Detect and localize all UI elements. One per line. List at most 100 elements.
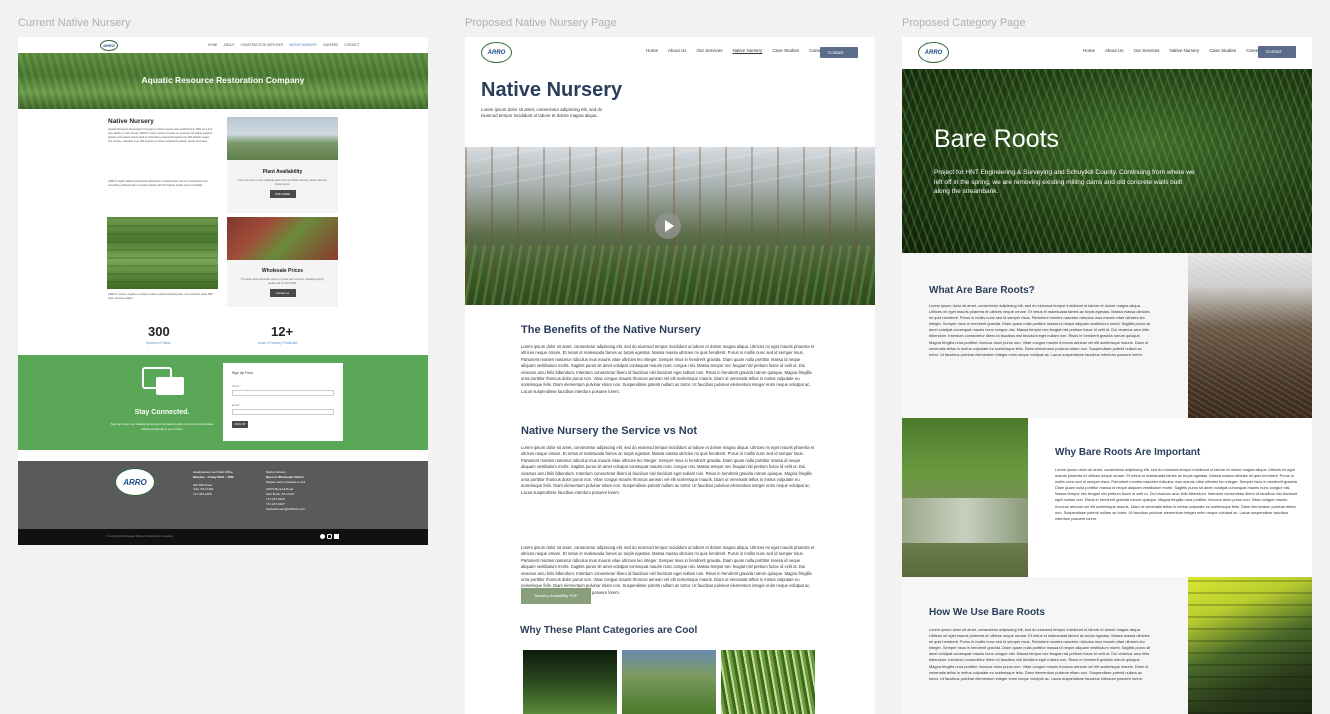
footer-logo[interactable]: ARRO xyxy=(115,468,155,496)
play-icon[interactable] xyxy=(655,213,681,239)
what-section: What Are Bare Roots? Lorem ipsum dolor s… xyxy=(902,253,1188,418)
signup-button[interactable]: SIGN UP xyxy=(232,421,248,428)
nav-native-nursery[interactable]: Native Nursery xyxy=(1170,48,1200,53)
why-text: Lorem ipsum dolor sit amet, consectetur … xyxy=(1055,467,1298,521)
footer-nursery: Native Nursery Open to Wholesale Clients… xyxy=(266,470,306,511)
logo-text: ARRO xyxy=(924,49,943,56)
current-logo[interactable]: ARRO xyxy=(100,40,118,51)
frame-label-current: Current Native Nursery xyxy=(18,17,131,29)
current-intro-text-2: ARRO's highly skilled horticultural staf… xyxy=(108,180,208,187)
wholesale-text: To inquire about wholesale prices or spe… xyxy=(240,278,325,285)
benefits-title: The Benefits of the Native Nursery xyxy=(521,324,701,336)
current-hero-image: Aquatic Resource Restoration Company xyxy=(18,53,428,109)
category-page-artboard: ARRO Home About Us Our Services Native N… xyxy=(902,37,1312,714)
what-title: What Are Bare Roots? xyxy=(929,285,1035,296)
frame-label-proposed: Proposed Native Nursery Page xyxy=(465,17,617,29)
proposed-logo[interactable]: ARRO xyxy=(481,42,512,63)
nav-about[interactable]: About Us xyxy=(668,48,687,53)
instagram-icon[interactable] xyxy=(327,534,332,539)
planting-photo xyxy=(1188,577,1312,714)
logo-text: ARRO xyxy=(487,49,506,56)
nav-services[interactable]: Our Services xyxy=(697,48,723,53)
form-email-label: Email * xyxy=(232,404,241,407)
nursery-video[interactable] xyxy=(465,147,875,305)
category-hero-image: Bare Roots Project for HNT Engineering &… xyxy=(902,69,1312,253)
nav-native-nursery[interactable]: Native Nursery xyxy=(733,48,763,53)
category-photo-1[interactable] xyxy=(523,650,617,714)
category-hero-title: Bare Roots xyxy=(934,125,1060,153)
why-title: Why Bare Roots Are Important xyxy=(1055,447,1201,458)
how-section: How We Use Bare Roots Lorem ipsum dolor … xyxy=(902,577,1188,714)
current-wholesale-card: Wholesale Prices To inquire about wholes… xyxy=(227,217,338,307)
contact-us-button[interactable]: Contact us xyxy=(269,289,296,297)
footer-nursery-line1: Open to Wholesale Clients xyxy=(266,474,304,479)
category-logo[interactable]: ARRO xyxy=(918,42,949,63)
nav-services[interactable]: Our Services xyxy=(1134,48,1160,53)
stat-species-label: Species of Plants xyxy=(146,341,171,345)
frame-label-category: Proposed Category Page xyxy=(902,17,1026,29)
logo-text: ARRO xyxy=(103,43,115,48)
form-title: Sign Up Form xyxy=(232,371,253,375)
nav-native-nursery[interactable]: NATIVE NURSERY xyxy=(289,43,317,47)
current-footer: ARRO Headquarters and Main Office Monday… xyxy=(18,461,428,529)
footer-nursery-line2: Please call to schedule a visit. xyxy=(266,479,307,484)
what-text: Lorem ipsum dolor sit amet, consectetur … xyxy=(929,303,1151,357)
copyright-text: © Copyright 2019 Aquatic Resource Restor… xyxy=(106,535,174,538)
social-icons xyxy=(320,534,339,539)
availability-text: For a list of our current available plan… xyxy=(238,179,327,186)
form-email-input[interactable] xyxy=(232,409,334,415)
contact-us-button[interactable]: Contact Us xyxy=(820,47,858,66)
stat-acres-label: Acres of Nursery Production xyxy=(258,341,298,345)
category-hero-text: Project for HNT Engineering & Surveying … xyxy=(934,169,1195,195)
proposed-nav: Home About Us Our Services Native Nurser… xyxy=(646,48,825,53)
how-text: Lorem ipsum dolor sit amet, consectetur … xyxy=(929,627,1151,681)
stay-connected-title: Stay Connected. xyxy=(134,409,190,416)
form-name-input[interactable] xyxy=(232,390,334,396)
footer-logo-text: ARRO xyxy=(123,477,147,487)
find-here-button[interactable]: FIND HERE xyxy=(269,190,296,198)
category-photo-3[interactable] xyxy=(721,650,815,714)
contact-us-button[interactable]: Contact Us xyxy=(1258,46,1296,65)
availability-pdf-button[interactable]: Nursery Availability PDF xyxy=(521,588,591,604)
chat-icon xyxy=(156,377,184,395)
nav-home[interactable]: HOME xyxy=(208,43,218,47)
service-text: Lorem ipsum dolor sit amet, consectetur … xyxy=(521,445,815,495)
nav-home[interactable]: Home xyxy=(1083,48,1095,53)
footer-hq-phone: 717-425-1066 xyxy=(193,492,212,497)
proposed-page-intro: Lorem ipsum dolor sit amet, consectetur … xyxy=(481,107,603,119)
footer-hq-hours: Monday – Friday 8AM – 4PM xyxy=(193,474,234,479)
stay-connected-section: Stay Connected. Sign up to join our mail… xyxy=(18,355,428,450)
current-nav: HOME ABOUT CONSTRUCTION SERVICES NATIVE … xyxy=(208,43,359,47)
nav-about[interactable]: ABOUT xyxy=(224,43,235,47)
category-photo-2[interactable] xyxy=(622,650,716,714)
facebook-icon[interactable] xyxy=(320,534,325,539)
stream-photo xyxy=(902,418,1028,577)
greenhouse-photo xyxy=(227,117,338,160)
nav-about[interactable]: About Us xyxy=(1105,48,1124,53)
wholesale-photo xyxy=(227,217,338,260)
current-page-artboard: ARRO HOME ABOUT CONSTRUCTION SERVICES NA… xyxy=(18,37,428,545)
bare-roots-photo xyxy=(1188,253,1312,418)
how-title: How We Use Bare Roots xyxy=(929,607,1045,618)
current-availability-card: Plant Availability For a list of our cur… xyxy=(227,117,338,213)
nav-home[interactable]: Home xyxy=(646,48,658,53)
nav-contact[interactable]: CONTACT xyxy=(344,43,359,47)
current-intro-text: Aquatic Resource Restoration Company's n… xyxy=(108,128,214,143)
footer-nursery-email[interactable]: NativeNursery@ARRO1.com xyxy=(266,507,306,512)
current-section-title: Native Nursery xyxy=(108,118,154,125)
category-nav: Home About Us Our Services Native Nurser… xyxy=(1083,48,1262,53)
nav-case-studies[interactable]: Case Studies xyxy=(1209,48,1236,53)
linkedin-icon[interactable] xyxy=(334,534,339,539)
availability-title: Plant Availability xyxy=(262,169,303,175)
categories-title: Why These Plant Categories are Cool xyxy=(520,625,698,636)
stat-acres-value: 12+ xyxy=(271,324,294,339)
wholesale-title: Wholesale Prices xyxy=(261,268,304,274)
nav-careers[interactable]: CAREERS xyxy=(323,43,338,47)
benefits-text: Lorem ipsum dolor sit amet, consectetur … xyxy=(521,344,815,394)
nav-case-studies[interactable]: Case Studies xyxy=(772,48,799,53)
proposed-page-title: Native Nursery xyxy=(481,79,623,101)
signup-form: Sign Up Form Name * Email * SIGN UP xyxy=(223,363,343,441)
current-lower-text: ARRO's nursery supplies a variety of pla… xyxy=(108,293,213,300)
nav-construction[interactable]: CONSTRUCTION SERVICES xyxy=(241,43,284,47)
current-copyright-bar: © Copyright 2019 Aquatic Resource Restor… xyxy=(18,529,428,545)
